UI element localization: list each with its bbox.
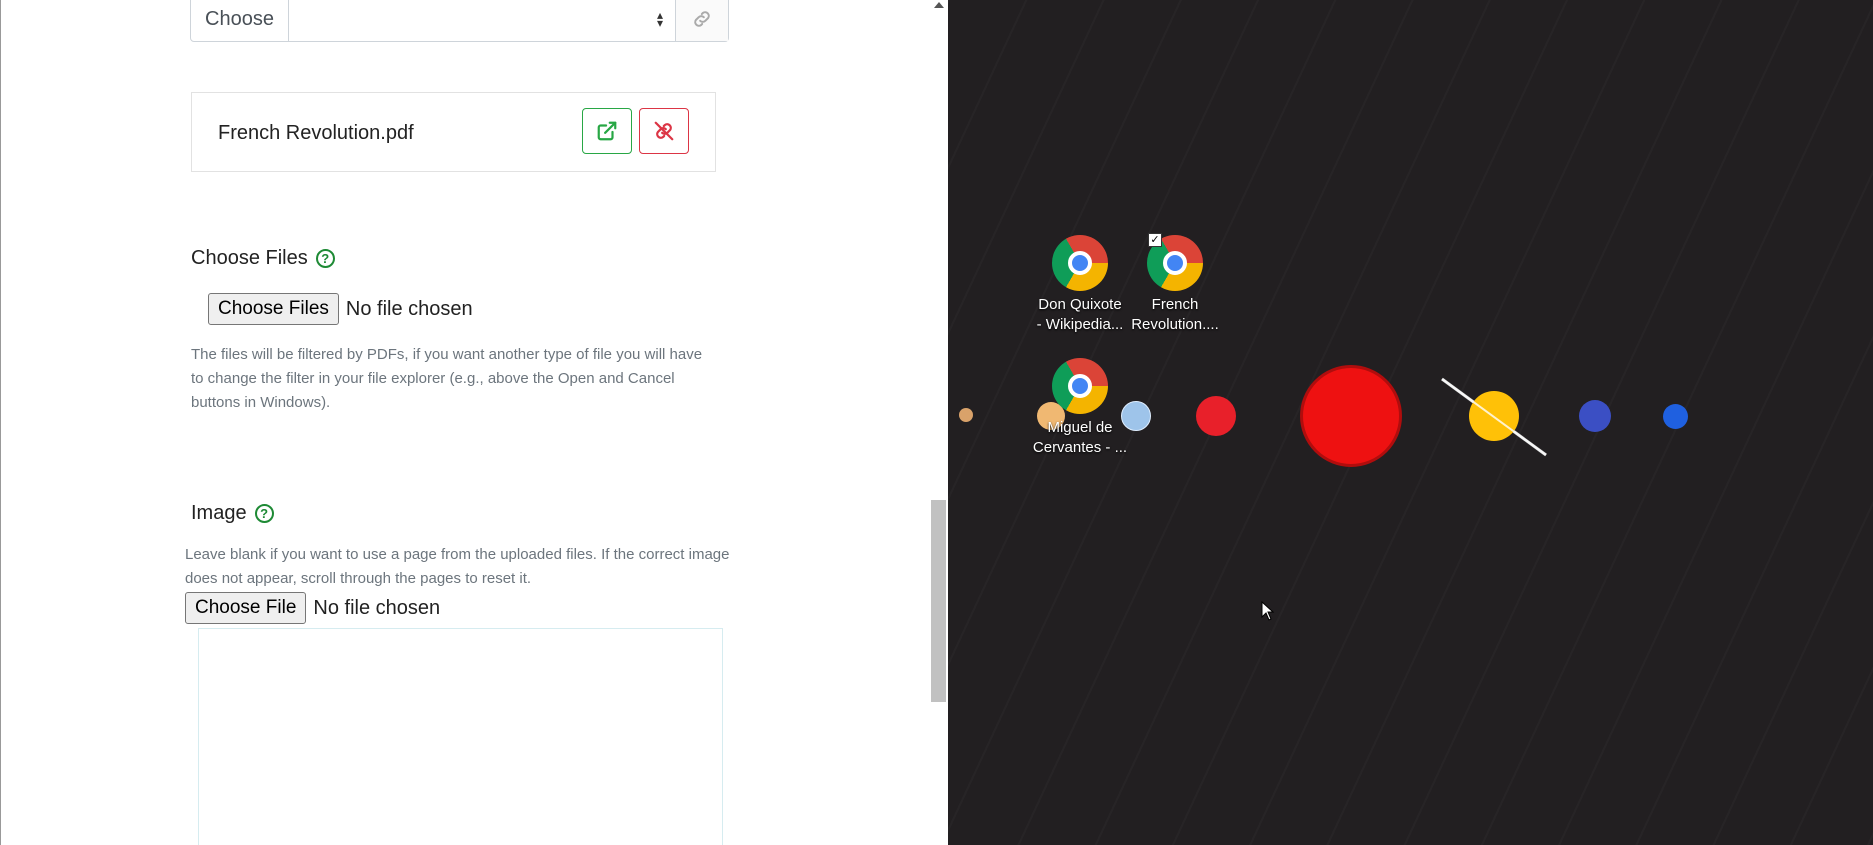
desktop: Don Quixote - Wikipedia... French Revolu… [948, 0, 1873, 845]
choose-select-group: Choose ▴ ▾ [190, 0, 729, 42]
desktop-shortcut-miguel-de-cervantes[interactable]: Miguel de Cervantes - ... [1032, 358, 1128, 458]
choose-files-help-text: The files will be filtered by PDFs, if y… [191, 346, 703, 411]
help-icon[interactable]: ? [254, 504, 274, 523]
choose-file-button[interactable]: Choose File [185, 592, 307, 624]
choose-files-status: No file chosen [345, 297, 473, 320]
chrome-icon [1052, 235, 1108, 291]
open-file-button[interactable] [582, 108, 632, 154]
unlink-file-button[interactable] [639, 108, 689, 154]
help-icon[interactable]: ? [315, 249, 335, 268]
planet-mars [1196, 396, 1236, 436]
desktop-icon-label: Cervantes - ... [1032, 439, 1128, 456]
planet-saturn [1441, 377, 1547, 457]
link-icon [694, 11, 710, 27]
document-select[interactable]: ▴ ▾ [289, 0, 676, 41]
desktop-shortcut-don-quixote[interactable]: Don Quixote - Wikipedia... [1032, 235, 1128, 335]
planet-neptune [1663, 404, 1688, 429]
choose-files-input: Choose Files No file chosen [208, 293, 473, 325]
desktop-icon-label: Miguel de [1047, 419, 1113, 436]
external-link-icon [597, 121, 617, 141]
image-label-text: Image [191, 502, 247, 524]
planet-mercury [959, 408, 973, 422]
selection-checkbox-icon[interactable]: ✓ [1148, 233, 1162, 247]
browser-content: Choose ▴ ▾ French Revolution.pdf Choose F… [0, 0, 948, 845]
mouse-cursor-icon [1261, 601, 1275, 621]
select-prefix-label: Choose [191, 0, 289, 41]
desktop-icon-label: French [1151, 296, 1199, 313]
attached-file-name: French Revolution.pdf [218, 122, 414, 144]
scrollbar[interactable] [929, 0, 948, 845]
scrollbar-thumb[interactable] [931, 500, 946, 702]
choose-files-label-text: Choose Files [191, 247, 308, 269]
image-label: Image ? [191, 502, 274, 525]
choose-files-button[interactable]: Choose Files [208, 293, 339, 325]
desktop-shortcut-french-revolution[interactable]: French Revolution.... [1127, 235, 1223, 335]
unlink-icon [654, 121, 674, 141]
planet-uranus [1579, 400, 1611, 432]
desktop-icon-label: Don Quixote [1038, 296, 1122, 313]
chrome-icon [1052, 358, 1108, 414]
image-help-text: Leave blank if you want to use a page fr… [185, 546, 730, 587]
sun [1300, 365, 1402, 467]
image-preview-area [198, 628, 723, 845]
link-button[interactable] [676, 0, 728, 41]
attached-file-card: French Revolution.pdf [191, 92, 716, 172]
desktop-icon-label: - Wikipedia... [1036, 316, 1124, 333]
choose-files-label: Choose Files ? [191, 247, 335, 270]
image-file-input: Choose File No file chosen [185, 592, 440, 624]
select-caret-icon: ▴ ▾ [656, 8, 663, 30]
scroll-up-arrow-icon[interactable] [934, 2, 944, 8]
image-file-status: No file chosen [313, 596, 441, 619]
desktop-icon-label: Revolution.... [1131, 316, 1219, 333]
